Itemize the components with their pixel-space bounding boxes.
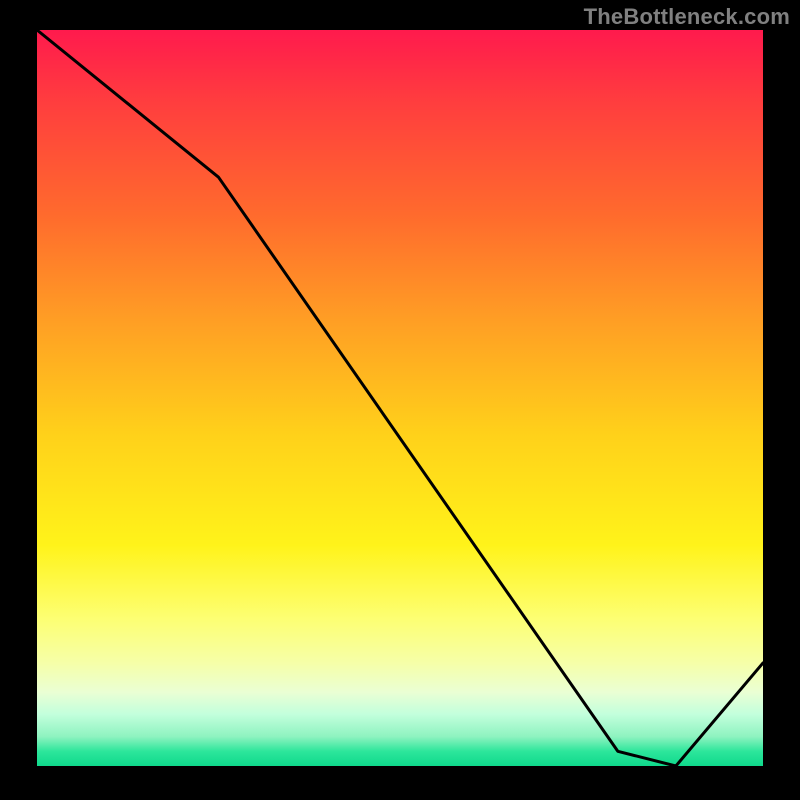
- bottleneck-curve: [37, 30, 763, 766]
- line-chart: [37, 30, 763, 766]
- chart-container: TheBottleneck.com: [0, 0, 800, 800]
- watermark-text: TheBottleneck.com: [584, 4, 790, 30]
